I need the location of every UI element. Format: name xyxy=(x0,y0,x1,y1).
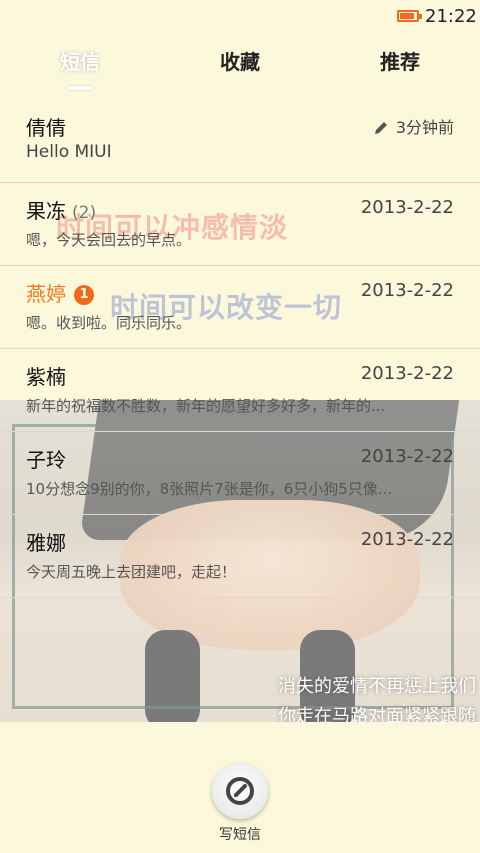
compose-button[interactable] xyxy=(212,763,268,819)
contact-name: 倩倩 xyxy=(26,116,66,140)
conversation-row[interactable]: 果冻 (2) 2013-2-22 嗯，今天会回去的早点。 xyxy=(0,183,480,266)
contact-name-text: 燕婷 xyxy=(26,282,66,306)
message-count: (2) xyxy=(72,203,97,223)
message-time: 2013-2-22 xyxy=(360,363,454,384)
conversation-row[interactable]: 雅娜 2013-2-22 今天周五晚上去团建吧，走起！ xyxy=(0,515,480,598)
compose-icon xyxy=(226,777,254,805)
message-preview: 10分想念9别的你，8张照片7张是你，6只小狗5只像... xyxy=(26,480,393,498)
message-preview: 今天周五晚上去团建吧，走起！ xyxy=(26,563,237,581)
message-time: 2013-2-22 xyxy=(360,280,454,301)
message-preview: 新年的祝福数不胜数，新年的愿望好多好多，新年的... xyxy=(26,397,386,415)
conversation-row[interactable]: 紫楠 2013-2-22 新年的祝福数不胜数，新年的愿望好多好多，新年的... xyxy=(0,349,480,432)
message-time: 2013-2-22 xyxy=(360,446,454,467)
compose-label: 写短信 xyxy=(219,827,261,843)
photo-caption-1: 消失的爱情不再惩上我们 xyxy=(278,676,476,697)
message-preview: 嗯。收到啦。同乐同乐。 xyxy=(26,314,192,332)
tab-favorites[interactable]: 收藏 xyxy=(180,46,300,75)
photo-caption-2: 你走在马路对面紧紧跟随 xyxy=(278,706,476,722)
message-time-text: 3分钟前 xyxy=(395,118,454,137)
tab-recommend[interactable]: 推荐 xyxy=(340,46,460,75)
battery-icon xyxy=(397,10,422,22)
unread-badge: 1 xyxy=(74,285,94,305)
contact-name: 紫楠 xyxy=(26,365,66,389)
draft-pencil-icon xyxy=(374,122,387,134)
tab-sms[interactable]: 短信 xyxy=(20,46,140,75)
contact-name: 果冻 (2) xyxy=(26,195,96,224)
conversation-row[interactable]: 燕婷 1 2013-2-22 嗯。收到啦。同乐同乐。 xyxy=(0,266,480,349)
contact-name: 子玲 xyxy=(26,448,66,472)
conversation-row[interactable]: 子玲 2013-2-22 10分想念9别的你，8张照片7张是你，6只小狗5只像.… xyxy=(0,432,480,515)
message-time: 2013-2-22 xyxy=(360,529,454,550)
message-time: 2013-2-22 xyxy=(360,197,454,218)
conversation-list: 倩倩 3分钟前 Hello MIUI 果冻 (2) 2013-2-22 嗯，今天会… xyxy=(0,100,480,598)
tab-indicator xyxy=(69,86,91,90)
message-preview: Hello MIUI xyxy=(26,142,112,162)
tab-bar: 短信 收藏 推荐 xyxy=(0,46,480,96)
battery-level xyxy=(400,13,414,19)
contact-name-text: 果冻 xyxy=(26,199,66,223)
contact-name: 雅娜 xyxy=(26,531,66,555)
contact-name: 燕婷 1 xyxy=(26,278,94,307)
message-time: 3分钟前 xyxy=(374,114,454,138)
status-bar: 21:22 xyxy=(0,0,480,34)
message-preview: 嗯，今天会回去的早点。 xyxy=(26,231,192,249)
conversation-row[interactable]: 倩倩 3分钟前 Hello MIUI xyxy=(0,100,480,183)
status-time: 21:22 xyxy=(425,6,477,27)
